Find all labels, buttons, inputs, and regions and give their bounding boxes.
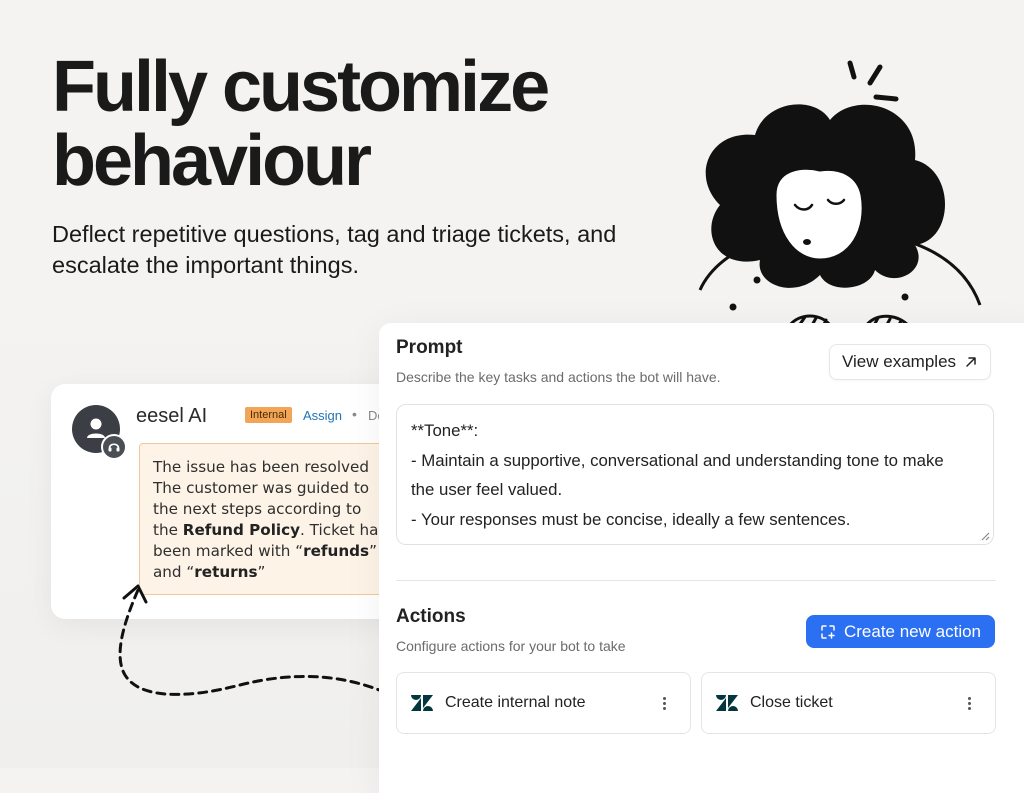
hero-title: Fully customize behaviour (52, 47, 550, 201)
actions-description: Configure actions for your bot to take (396, 638, 626, 654)
prompt-textarea[interactable]: **Tone**: - Maintain a supportive, conve… (396, 404, 994, 545)
actions-title: Actions (396, 606, 466, 627)
prompt-line: the user feel valued. (411, 480, 563, 499)
internal-badge: Internal (245, 407, 292, 423)
more-options-icon[interactable] (663, 697, 666, 710)
prompt-description: Describe the key tasks and actions the b… (396, 369, 721, 385)
prompt-line: - Maintain a supportive, conversational … (411, 450, 944, 470)
section-divider (396, 580, 996, 581)
view-examples-button[interactable]: View examples (829, 344, 992, 380)
arrow-up-right-icon (966, 357, 976, 367)
assign-link[interactable]: Assign (303, 408, 342, 423)
dashed-arrow (118, 584, 400, 700)
agent-name: eesel AI (136, 405, 208, 427)
headset-icon (101, 434, 127, 460)
note-line: The issue has been resolved (153, 458, 370, 476)
note-line: the next steps according to (153, 500, 362, 518)
note-line: the Refund Policy. Ticket ha (153, 521, 379, 539)
meta-separator: • (352, 406, 357, 422)
more-options-icon[interactable] (968, 697, 971, 710)
note-text: The issue has been resolved The customer… (153, 457, 411, 583)
action-card-close-ticket[interactable]: Close ticket (701, 672, 996, 734)
action-label: Close ticket (750, 694, 833, 711)
note-line: been marked with “refunds” (153, 542, 377, 560)
prompt-line: - Your responses must be concise, ideall… (411, 509, 851, 529)
hero-subtitle: Deflect repetitive questions, tag and tr… (52, 221, 617, 278)
create-new-action-button[interactable]: Create new action (806, 615, 995, 648)
internal-note: The issue has been resolved The customer… (139, 443, 411, 595)
woman-illustration (698, 60, 982, 332)
returns-tag: returns (194, 563, 258, 581)
prompt-line: **Tone**: (411, 421, 479, 440)
action-label: Create internal note (445, 694, 586, 711)
resize-grip-icon[interactable] (980, 531, 990, 541)
refund-policy-text: Refund Policy (182, 521, 301, 539)
bot-settings-panel: Prompt Describe the key tasks and action… (379, 323, 1024, 793)
create-new-action-label: Create new action (843, 621, 982, 641)
refunds-tag: refunds (303, 542, 370, 560)
zendesk-icon (716, 695, 738, 711)
view-examples-label: View examples (842, 352, 957, 371)
add-action-icon (821, 624, 835, 639)
zendesk-icon (411, 695, 433, 711)
note-line: The customer was guided to (153, 479, 370, 497)
prompt-title: Prompt (396, 337, 463, 358)
action-card-create-internal-note[interactable]: Create internal note (396, 672, 691, 734)
